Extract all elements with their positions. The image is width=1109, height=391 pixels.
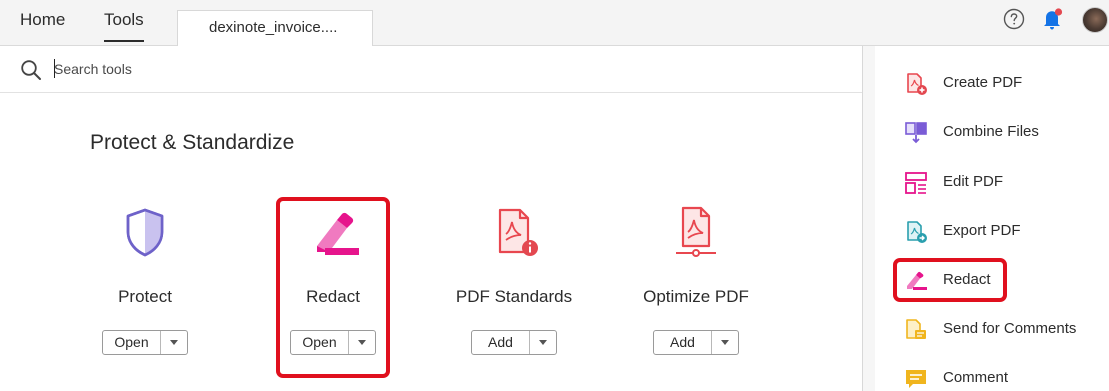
sidebar-item-export-pdf[interactable]: Export PDF: [904, 218, 1104, 248]
edit-pdf-icon: [905, 172, 927, 194]
text-caret: [54, 59, 55, 78]
protect-open-button[interactable]: Open: [103, 331, 161, 354]
export-pdf-icon: [907, 221, 927, 243]
notification-bell-icon[interactable]: [1042, 7, 1064, 31]
optimize-pdf-dropdown-button[interactable]: [712, 331, 738, 354]
sidebar-item-label: Export PDF: [943, 222, 1021, 239]
sidebar-item-label: Comment: [943, 369, 1009, 386]
sidebar-item-label: Combine Files: [943, 123, 1039, 140]
protect-dropdown-button[interactable]: [161, 331, 187, 354]
optimize-pdf-add-button[interactable]: Add: [654, 331, 712, 354]
send-for-comments-icon: [906, 319, 926, 339]
protect-open-split-button: Open: [102, 330, 188, 355]
sidebar-item-comment[interactable]: Comment: [904, 365, 1104, 391]
tool-label-pdf-standards: PDF Standards: [455, 287, 573, 306]
combine-files-icon: [905, 122, 927, 144]
chevron-down-icon: [539, 340, 547, 345]
sidebar-item-label: Send for Comments: [943, 320, 1077, 337]
create-pdf-icon: [907, 73, 927, 95]
redact-sidebar-highlight-box: [893, 258, 1007, 302]
scrollbar-track[interactable]: [863, 46, 875, 391]
document-tab[interactable]: dexinote_invoice....: [177, 10, 373, 46]
optimize-pdf-icon: [676, 206, 716, 257]
sidebar-item-label: Edit PDF: [943, 173, 1004, 190]
tool-card-pdf-standards[interactable]: PDF Standards Add: [434, 190, 594, 370]
tab-tools[interactable]: Tools: [104, 0, 144, 46]
help-icon[interactable]: [1003, 8, 1025, 30]
sidebar-item-combine-files[interactable]: Combine Files: [904, 119, 1104, 149]
comment-icon: [906, 370, 926, 388]
section-title: Protect & Standardize: [90, 131, 295, 154]
chevron-down-icon: [721, 340, 729, 345]
sidebar-item-label: Create PDF: [943, 74, 1023, 91]
pdf-standards-add-button[interactable]: Add: [472, 331, 530, 354]
tool-label-protect: Protect: [118, 287, 172, 306]
pdf-standards-add-split-button: Add: [471, 330, 557, 355]
top-bar: Home Tools dexinote_invoice....: [0, 0, 1109, 46]
tool-label-optimize-pdf: Optimize PDF: [643, 287, 749, 306]
sidebar-item-edit-pdf[interactable]: Edit PDF: [904, 169, 1104, 199]
pdf-standards-icon: [498, 208, 538, 256]
tool-card-protect[interactable]: Protect Open: [65, 190, 225, 370]
tool-card-optimize-pdf[interactable]: Optimize PDF Add: [616, 190, 776, 370]
pdf-standards-dropdown-button[interactable]: [530, 331, 556, 354]
user-avatar[interactable]: [1082, 7, 1108, 33]
sidebar-item-send-for-comments[interactable]: Send for Comments: [904, 316, 1104, 346]
search-input[interactable]: [54, 58, 454, 80]
search-bar: [0, 47, 862, 93]
chevron-down-icon: [170, 340, 178, 345]
sidebar-item-create-pdf[interactable]: Create PDF: [904, 70, 1104, 100]
redact-tool-highlight-box: [276, 197, 390, 378]
acrobat-tools-window: Home Tools dexinote_invoice.... Protect …: [0, 0, 1109, 391]
search-icon: [21, 60, 41, 80]
shield-icon: [126, 208, 164, 257]
optimize-pdf-add-split-button: Add: [653, 330, 739, 355]
tab-home[interactable]: Home: [20, 0, 65, 46]
